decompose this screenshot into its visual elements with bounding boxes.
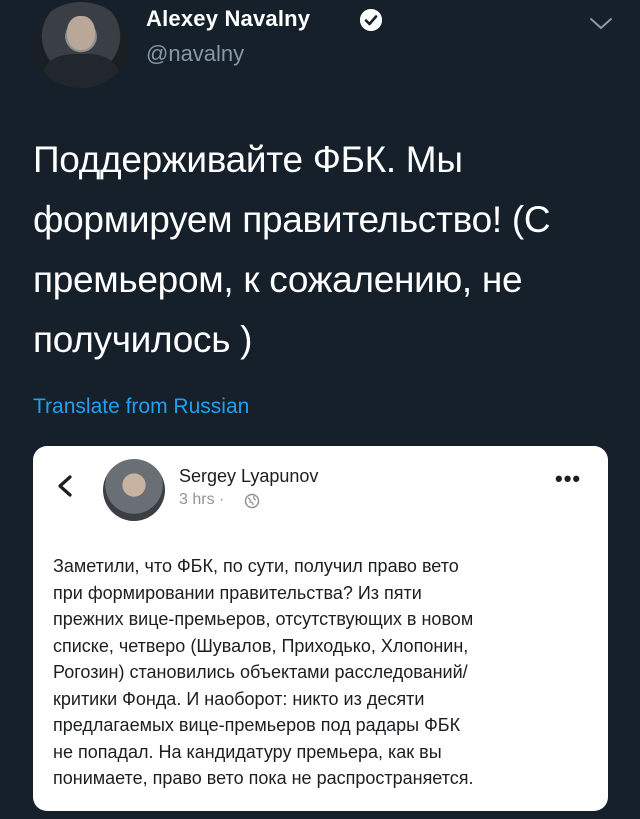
post-line: критики Фонда. И наоборот: никто из деся… [53, 688, 425, 709]
post-line: Заметили, что ФБК, по сути, получил прав… [53, 556, 459, 576]
user-handle[interactable]: @navalny [146, 41, 244, 67]
display-name[interactable]: Alexey Navalny [146, 6, 310, 32]
avatar-face [67, 16, 95, 50]
post-line: понимаете, право вето пока не распростра… [53, 768, 474, 788]
globe-icon [244, 493, 260, 509]
chevron-down-icon[interactable] [588, 14, 614, 34]
author-name: Sergey Lyapunov [179, 466, 319, 486]
post-line: не попадал. На кандидатуру премьера, как… [53, 741, 442, 762]
translate-link[interactable]: Translate from Russian [33, 395, 249, 419]
avatar-suit [43, 54, 119, 88]
verified-badge-icon [360, 9, 382, 31]
post-time: 3 hrs · [179, 491, 225, 508]
tweet-text: Поддерживайте ФБК. Мы формируем правител… [33, 130, 613, 370]
avatar[interactable] [33, 2, 129, 88]
back-arrow-icon [55, 474, 75, 498]
post-text: Заметили, что ФБК, по сути, получил прав… [53, 553, 593, 792]
tweet-line: формируем правительство! (С [33, 199, 551, 240]
post-line: прежних вице-премьеров, отсутствующих в … [53, 609, 474, 629]
post-line: Рогозин) становились объектами расследов… [53, 662, 468, 682]
more-options-icon: ••• [555, 466, 582, 491]
author-avatar [103, 459, 165, 521]
post-line: предлагаемых вице-премьеров под радары Ф… [53, 715, 461, 735]
tweet-line: Поддерживайте ФБК. Мы [33, 139, 463, 180]
tweet-line: премьером, к сожалению, не [33, 259, 523, 300]
screenshot-card[interactable]: Sergey Lyapunov 3 hrs · ••• Заметили, чт… [33, 446, 608, 811]
post-line: списке, четверо (Шувалов, Приходько, Хло… [53, 635, 469, 656]
post-line: при формировании правительства? Из пяти [53, 582, 422, 603]
tweet-line: получилось ) [33, 319, 253, 360]
